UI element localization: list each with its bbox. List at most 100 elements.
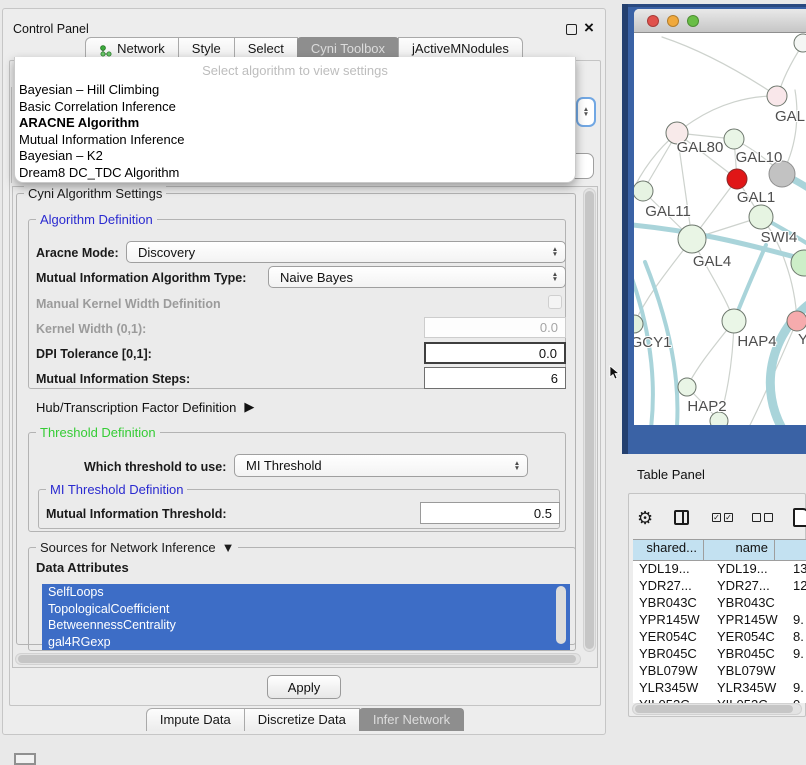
table-row[interactable]: YER054C YER054C 8. [633,629,806,646]
which-threshold-combobox[interactable]: MI Threshold ▲▼ [234,454,528,477]
network-node-HAP2[interactable] [678,378,696,396]
settings-hscrollbar-thumb[interactable] [18,655,576,663]
algorithm-option[interactable]: Basic Correlation Inference [15,99,575,116]
split-column-icon[interactable] [674,510,689,525]
attributes-list-scrollbar-thumb[interactable] [556,586,566,644]
combo-spinner-icon[interactable]: ▲▼ [509,457,525,474]
attribute-list-item[interactable]: BetweennessCentrality [42,617,570,634]
hidden-combo-edge [11,87,12,183]
algorithm-option[interactable]: Bayesian – K2 [15,148,575,165]
table-hscrollbar-thumb[interactable] [635,705,793,713]
apply-button[interactable]: Apply [267,675,341,699]
network-edge[interactable] [662,37,777,96]
algorithm-option[interactable]: Dream8 DC_TDC Algorithm [15,165,575,182]
attribute-list-item[interactable]: TopologicalCoefficient [42,601,570,618]
manual-kernel-checkbox[interactable] [548,295,562,309]
kernel-width-field[interactable]: 0.0 [424,317,566,338]
attribute-list-item[interactable]: gal4RGexp [42,634,570,651]
network-node-SWI4[interactable] [749,205,773,229]
table-row[interactable]: YDL19... YDL19... 13 [633,561,806,578]
column-header[interactable]: name [703,539,775,561]
cell-value [789,663,806,680]
node-label-GAL10: GAL10 [736,149,783,166]
algorithm-option[interactable]: ARACNE Algorithm [15,115,575,132]
bottom-tab-bar: Impute Data Discretize Data Infer Networ… [0,708,610,731]
minimize-traffic-light-icon[interactable] [667,15,679,27]
table-row[interactable]: YBR045C YBR045C 9. [633,646,806,663]
network-node[interactable] [791,250,806,276]
network-node-GAL11[interactable] [634,181,653,201]
algorithm-option[interactable]: Bayesian – Hill Climbing [15,82,575,99]
attribute-list-item[interactable]: SelfLoops [42,584,570,601]
node-label-GAL: GAL [775,108,805,125]
network-node-Y[interactable] [787,311,806,331]
cell-name: YBL079W [711,663,789,680]
cyni-algorithm-settings-title: Cyni Algorithm Settings [24,186,166,201]
cell-value: 13 [789,561,806,578]
network-node-GAL1[interactable] [727,169,747,189]
table-row[interactable]: YLR345W YLR345W 9. [633,680,806,697]
unchecked-checkboxes-icon[interactable] [752,513,773,522]
node-table: shared...nameA YDL19... YDL19... 13 YDR2… [633,539,806,703]
network-node[interactable] [794,34,806,52]
gear-icon[interactable]: ⚙ [637,508,653,529]
network-node-GAL10[interactable] [724,129,744,149]
docked-panel-icon[interactable] [14,753,36,765]
node-label-GAL1: GAL1 [737,189,775,206]
table-hscrollbar[interactable] [632,703,802,715]
column-header[interactable]: A [774,539,806,561]
table-row[interactable]: YDR27... YDR27... 12 [633,578,806,595]
close-traffic-light-icon[interactable] [647,15,659,27]
network-node-GAL[interactable] [767,86,787,106]
zoom-traffic-light-icon[interactable] [687,15,699,27]
data-attributes-label: Data Attributes [36,560,129,575]
aracne-mode-combobox[interactable]: Discovery ▲▼ [126,241,566,263]
algorithm-dropdown-popup: Select algorithm to view settings Bayesi… [14,57,576,183]
settings-vscrollbar[interactable] [583,188,596,652]
table-row[interactable]: YBL079W YBL079W [633,663,806,680]
bottom-tab-label: Infer Network [373,709,450,731]
algorithm-option-label: Dream8 DC_TDC Algorithm [19,165,179,180]
algorithm-option-label: Bayesian – Hill Climbing [19,82,159,97]
unchecked-box-icon [764,513,773,522]
focused-spinner-fragment[interactable]: ▲▼ [576,97,596,127]
apply-button-label: Apply [288,680,321,695]
float-window-icon[interactable] [566,24,577,35]
table-row[interactable]: YPR145W YPR145W 9. [633,612,806,629]
page-icon[interactable] [793,508,806,527]
cell-shared-name: YPR145W [633,612,711,629]
cell-name: YLR345W [711,680,789,697]
mi-threshold-field[interactable]: 0.5 [420,502,560,524]
unchecked-box-icon [752,513,761,522]
bottom-tab-label: Discretize Data [258,709,346,731]
algorithm-dropdown-placeholder[interactable]: Select algorithm to view settings [15,57,575,78]
cell-value [789,595,806,612]
bottom-tab[interactable]: Infer Network [359,708,464,731]
network-window-titlebar[interactable] [634,9,806,33]
mi-steps-field[interactable]: 6 [424,367,566,389]
mi-type-combobox[interactable]: Naive Bayes ▲▼ [268,266,566,288]
dpi-tolerance-label: DPI Tolerance [0,1]: [36,347,152,361]
settings-vscrollbar-thumb[interactable] [585,191,594,649]
algorithm-option[interactable]: Mutual Information Inference [15,132,575,149]
network-node-HAP4[interactable] [722,309,746,333]
table-row[interactable]: YBR043C YBR043C [633,595,806,612]
bottom-tab[interactable]: Impute Data [146,708,245,731]
cell-shared-name: YDL19... [633,561,711,578]
network-node-GAL4[interactable] [678,225,706,253]
combo-spinner-icon[interactable]: ▲▼ [547,244,563,260]
column-header[interactable]: shared... [633,539,704,561]
checked-box-icon: ✓ [724,513,733,522]
network-canvas[interactable]: GALGAL80GAL10GAL1GAL11SWI4GAL4GCY1HAP4YH… [634,33,806,425]
dpi-tolerance-field[interactable]: 0.0 [424,342,566,364]
split-column-divider [682,512,684,523]
collapse-arrow-icon[interactable]: ▼ [222,540,235,555]
settings-hscrollbar[interactable] [15,653,581,665]
checked-checkboxes-icon[interactable]: ✓ ✓ [712,513,733,522]
bottom-tab[interactable]: Discretize Data [244,708,360,731]
hub-factor-expander[interactable]: Hub/Transcription Factor Definition ▶ [36,399,254,415]
network-icon [99,43,112,56]
close-icon[interactable]: × [584,18,594,38]
combo-spinner-icon[interactable]: ▲▼ [547,269,563,285]
kernel-width-label: Kernel Width (0,1): [36,322,146,336]
